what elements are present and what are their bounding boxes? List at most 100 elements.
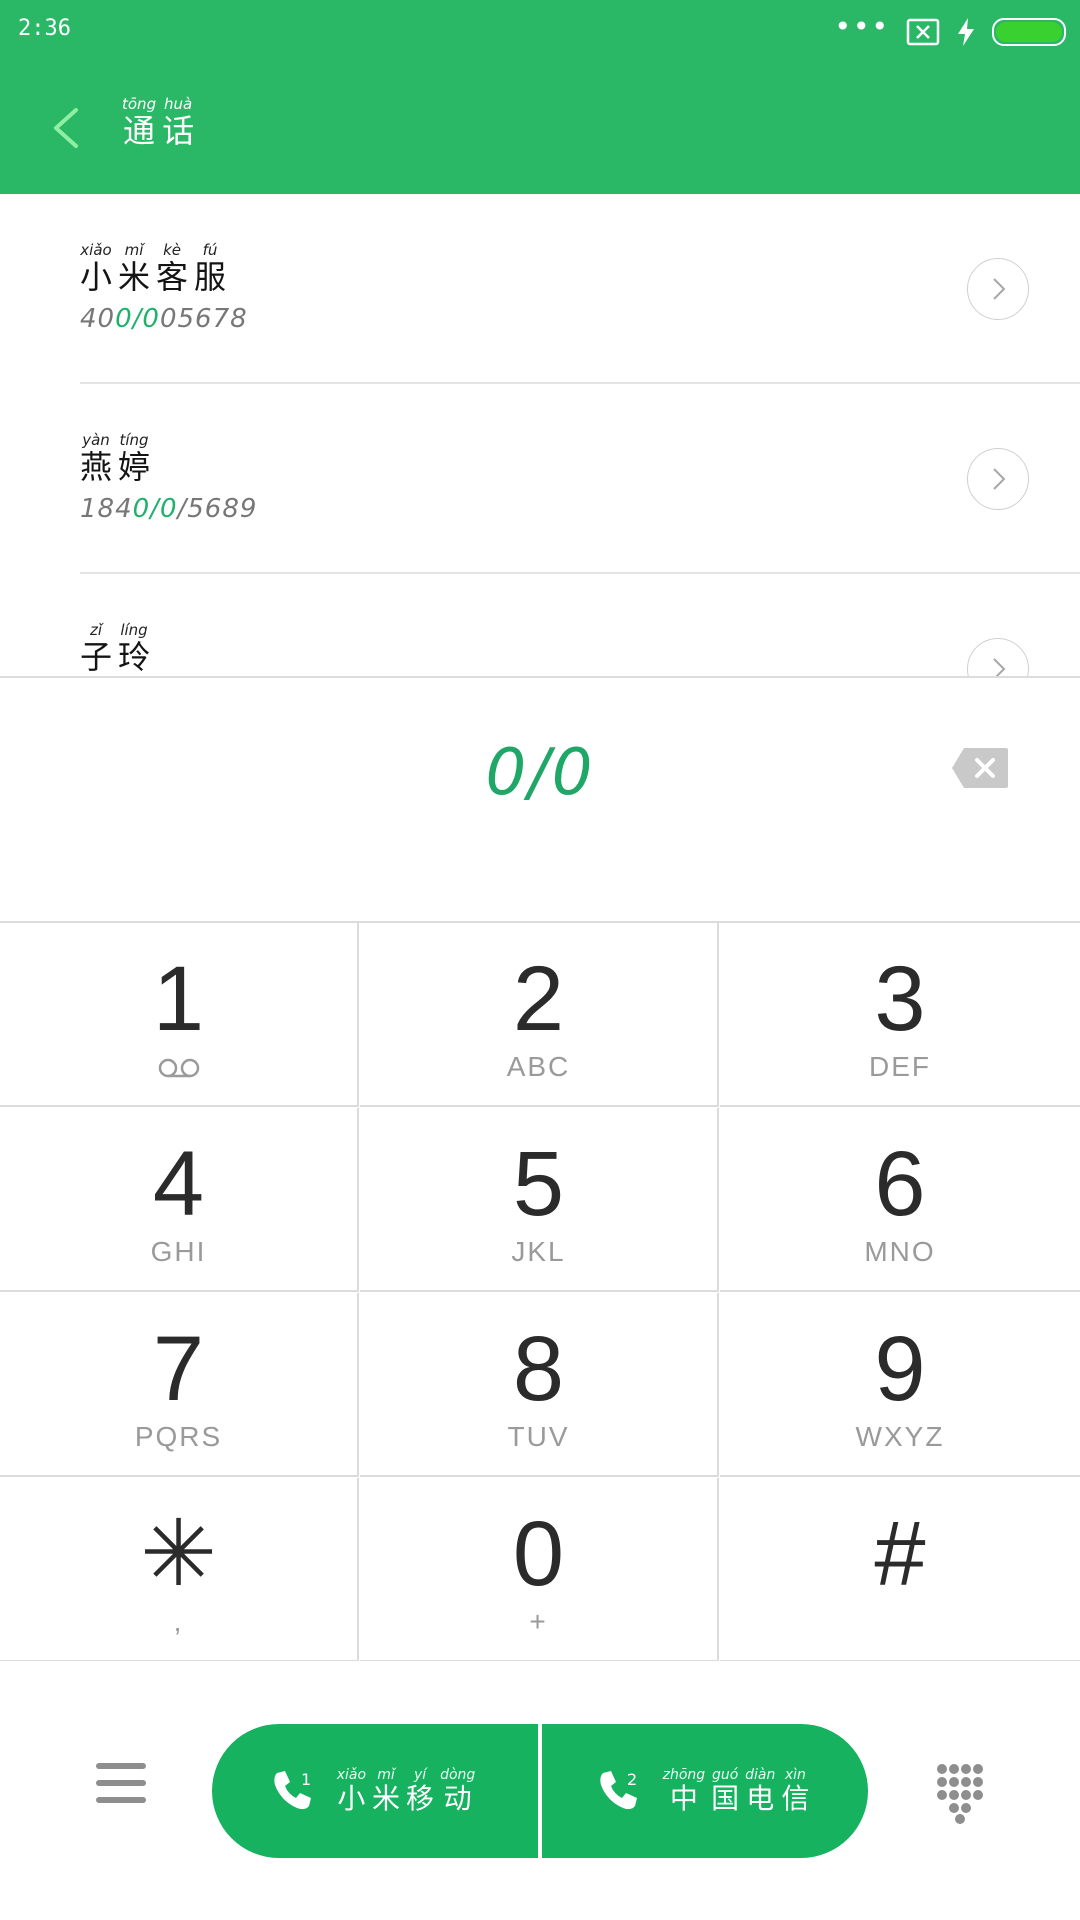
key-0[interactable]: 0 + xyxy=(360,1478,719,1662)
pinyin: xìn xyxy=(784,1767,806,1783)
carrier-name-sim1: xiǎo 小 mǐ 米 yí 移 dòng 动 xyxy=(337,1767,482,1815)
key-letters: GHI xyxy=(150,1236,207,1267)
key-letters: WXYZ xyxy=(855,1421,945,1452)
key-letters: ABC xyxy=(506,1051,571,1082)
contact-name: yàn 燕 tíng 婷 xyxy=(80,432,156,486)
ruby-char: líng 玲 xyxy=(118,622,150,676)
call-sim2-button[interactable]: 2 zhōng 中 guó 国 diàn 电 xìn 信 xyxy=(542,1724,868,1858)
pinyin: huà xyxy=(163,95,193,113)
battery-icon xyxy=(992,18,1066,46)
pinyin: yí xyxy=(413,1767,427,1783)
ruby-char: kè 客 xyxy=(156,242,188,296)
key-digit: 2 xyxy=(512,948,565,1050)
pinyin: diàn xyxy=(745,1767,776,1783)
ruby-char: tōng 通 xyxy=(122,96,156,150)
ruby-char: mǐ 米 xyxy=(118,242,150,296)
back-arrow-icon[interactable] xyxy=(40,100,96,156)
pinyin: tíng xyxy=(119,431,149,449)
key-6[interactable]: 6 MNO xyxy=(720,1108,1080,1292)
dialed-number[interactable]: 0/0 xyxy=(0,736,1080,810)
key-digit: ✳ xyxy=(139,1503,218,1605)
key-digit: # xyxy=(874,1503,926,1605)
key-2[interactable]: 2 ABC xyxy=(360,923,719,1107)
ruby-char: fú 服 xyxy=(194,242,226,296)
hanzi: 服 xyxy=(194,258,227,296)
hanzi: 信 xyxy=(781,1782,810,1815)
chevron-right-icon xyxy=(993,658,1006,676)
key-digit: 3 xyxy=(874,948,926,1050)
contact-row[interactable]: zǐ 子 líng 玲 xyxy=(0,574,1080,676)
contact-detail-button[interactable] xyxy=(967,258,1029,320)
pinyin: mǐ xyxy=(377,1767,395,1783)
pinyin: dòng xyxy=(440,1767,476,1783)
svg-text:1: 1 xyxy=(301,1770,311,1789)
no-sim-icon xyxy=(906,18,940,46)
key-4[interactable]: 4 GHI xyxy=(0,1108,359,1292)
hanzi: 中 xyxy=(669,1782,698,1815)
key-hash[interactable]: # xyxy=(720,1478,1080,1662)
ruby-char: xiǎo 小 xyxy=(80,242,112,296)
app-header: tōng 通 huà 话 xyxy=(0,64,1080,194)
hanzi: 通 xyxy=(123,112,156,150)
key-5[interactable]: 5 JKL xyxy=(360,1108,719,1292)
key-7[interactable]: 7 PQRS xyxy=(0,1293,359,1477)
call-sim1-button[interactable]: 1 xiǎo 小 mǐ 米 yí 移 dòng 动 xyxy=(212,1724,538,1858)
hanzi: 米 xyxy=(372,1782,401,1815)
key-letters: PQRS xyxy=(134,1421,223,1452)
contact-row[interactable]: yàn 燕 tíng 婷 1840/0/5689 xyxy=(0,384,1080,574)
key-1[interactable]: 1 xyxy=(0,923,359,1107)
carrier-name-sim2: zhōng 中 guó 国 diàn 电 xìn 信 xyxy=(663,1767,816,1815)
key-digit: 8 xyxy=(512,1318,565,1420)
contact-row[interactable]: xiǎo 小 mǐ 米 kè 客 fú 服 400/005678 xyxy=(0,194,1080,384)
charging-bolt-icon xyxy=(958,18,974,46)
key-digit: 7 xyxy=(152,1318,205,1420)
status-icons: ••• xyxy=(834,12,1066,52)
contact-number: 1840/0/5689 xyxy=(80,494,258,524)
key-digit: 4 xyxy=(152,1133,205,1235)
hanzi: 客 xyxy=(156,258,189,296)
key-digit: 9 xyxy=(874,1318,926,1420)
dialpad-toggle-icon[interactable] xyxy=(936,1763,984,1825)
hanzi: 电 xyxy=(746,1782,775,1815)
pinyin: tōng xyxy=(122,95,157,113)
hanzi: 婷 xyxy=(118,448,151,486)
key-letters: JKL xyxy=(511,1236,566,1267)
ruby-char: tíng 婷 xyxy=(118,432,150,486)
key-letters: , xyxy=(173,1606,184,1637)
key-9[interactable]: 9 WXYZ xyxy=(720,1293,1080,1477)
pinyin: zǐ xyxy=(89,621,103,639)
hanzi: 移 xyxy=(406,1782,435,1815)
key-digit: 6 xyxy=(874,1133,926,1235)
ruby-char: huà 话 xyxy=(162,96,194,150)
menu-icon[interactable] xyxy=(96,1761,146,1805)
backspace-icon[interactable] xyxy=(950,746,1010,790)
key-letters: + xyxy=(529,1606,548,1637)
hanzi: 子 xyxy=(80,638,113,676)
key-star[interactable]: ✳, xyxy=(0,1478,359,1662)
pinyin: xiǎo xyxy=(80,241,112,259)
svg-text:2: 2 xyxy=(627,1770,637,1789)
hanzi: 小 xyxy=(337,1782,366,1815)
key-digit: 1 xyxy=(152,948,205,1050)
pinyin: guó xyxy=(711,1767,739,1783)
status-time: 2:36 xyxy=(18,16,71,41)
key-letters: MNO xyxy=(864,1236,936,1267)
pinyin: kè xyxy=(163,241,181,259)
pinyin: zhōng xyxy=(662,1767,706,1783)
hanzi: 国 xyxy=(711,1782,740,1815)
bottom-bar: 1 xiǎo 小 mǐ 米 yí 移 dòng 动 2 zhōng 中 guó 国 diàn 电 xìn 信 xyxy=(0,1661,1080,1920)
ruby-char: guó 国 xyxy=(711,1767,739,1815)
contact-detail-button[interactable] xyxy=(967,448,1029,510)
contact-suggestions-list: xiǎo 小 mǐ 米 kè 客 fú 服 400/005678 yàn 燕 tíng 婷 1840… xyxy=(0,194,1080,676)
contact-detail-button[interactable] xyxy=(967,638,1029,676)
key-3[interactable]: 3 DEF xyxy=(720,923,1080,1107)
ruby-char: xiǎo 小 xyxy=(337,1767,366,1815)
pinyin: xiǎo xyxy=(336,1767,367,1783)
key-letters: DEF xyxy=(869,1051,931,1082)
contact-name: xiǎo 小 mǐ 米 kè 客 fú 服 xyxy=(80,242,232,296)
ruby-char: diàn 电 xyxy=(745,1767,775,1815)
hanzi: 米 xyxy=(118,258,151,296)
key-8[interactable]: 8 TUV xyxy=(360,1293,719,1477)
ruby-char: yàn 燕 xyxy=(80,432,112,486)
pinyin: mǐ xyxy=(124,241,144,259)
